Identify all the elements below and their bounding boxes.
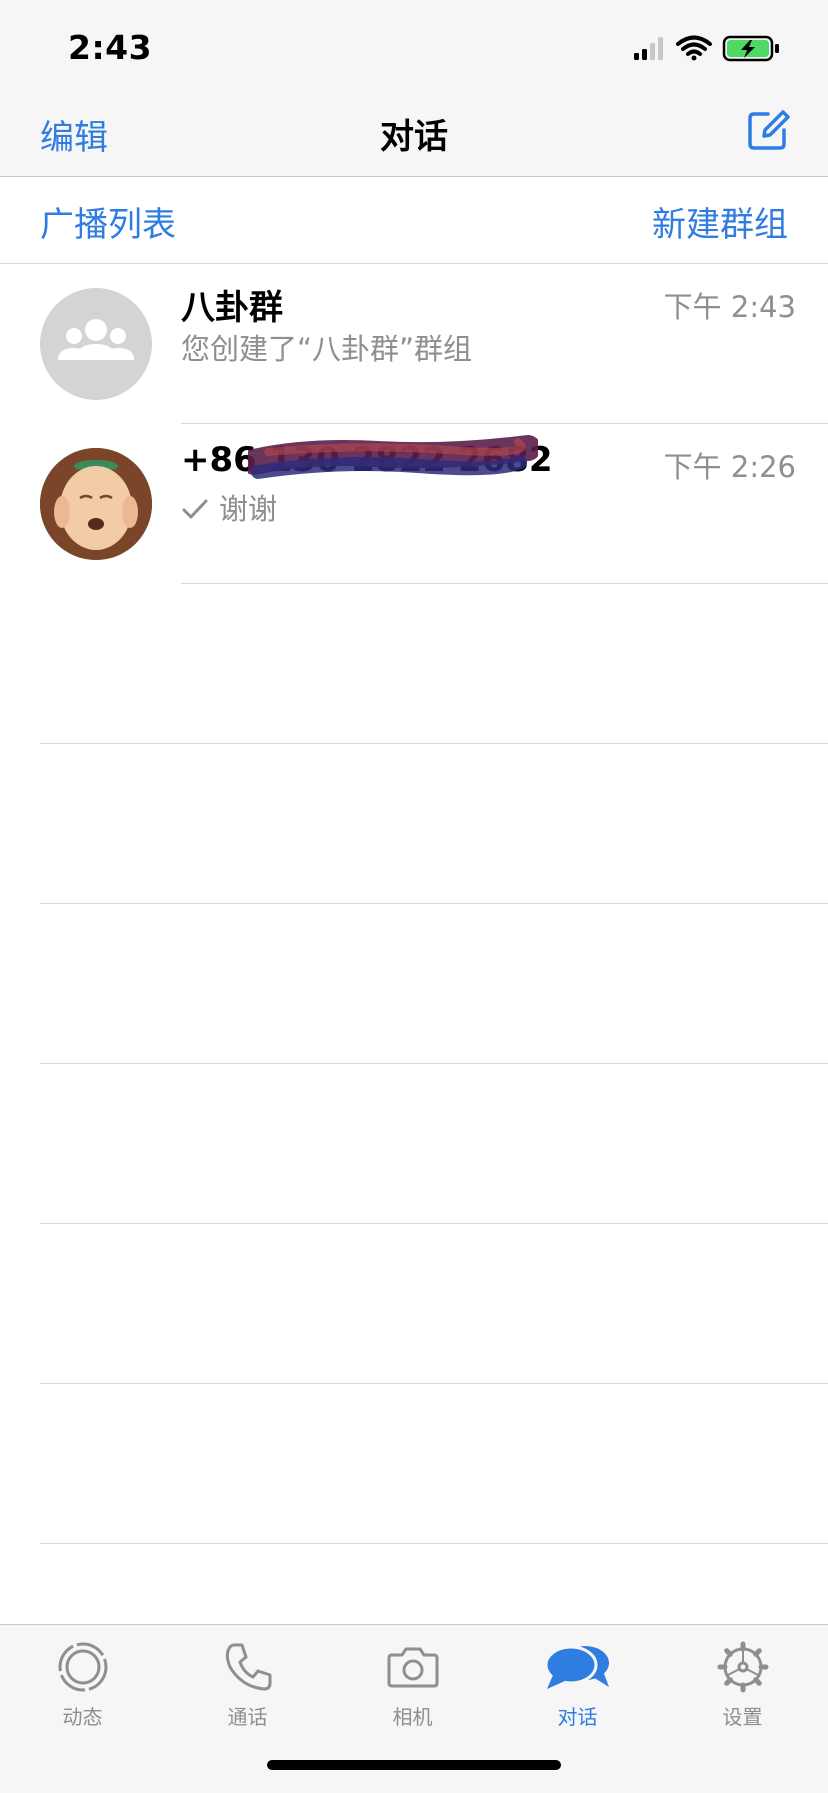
tab-settings[interactable]: 设置: [660, 1625, 825, 1729]
row-divider: [40, 903, 828, 904]
broadcast-lists-button[interactable]: 广播列表: [40, 197, 176, 246]
chat-name: 八卦群: [181, 288, 283, 328]
tab-status[interactable]: 动态: [0, 1625, 165, 1729]
contact-face-image: [40, 448, 152, 560]
navigation-bar: 编辑 对话: [0, 92, 828, 177]
row-divider: [40, 743, 828, 744]
checkmark-icon: [182, 499, 208, 519]
row-divider: [40, 1223, 828, 1224]
chats-bubble-icon: [544, 1645, 609, 1689]
chat-preview: 您创建了“八卦群”群组: [181, 332, 473, 366]
chat-row-contact[interactable]: +86 130 2822 2682 下午 2:26 谢谢: [0, 424, 828, 584]
status-time: 2:43: [68, 28, 153, 67]
row-divider: [40, 1063, 828, 1064]
wifi-icon: [676, 35, 712, 61]
tab-camera[interactable]: 相机: [330, 1625, 495, 1729]
status-ring-icon: [58, 1642, 107, 1692]
page-title: 对话: [380, 117, 448, 157]
gear-icon: [717, 1641, 768, 1693]
tab-label: 对话: [557, 1705, 598, 1729]
row-divider: [40, 1383, 828, 1384]
list-actions-bar: 广播列表 新建群组: [0, 177, 828, 264]
chat-row-group[interactable]: 八卦群 下午 2:43 您创建了“八卦群”群组: [0, 264, 828, 424]
phone-icon: [225, 1643, 271, 1691]
compose-icon: [748, 110, 790, 150]
status-icons: [634, 34, 794, 64]
chat-time: 下午 2:43: [663, 290, 796, 324]
tab-label: 通话: [227, 1705, 268, 1729]
group-icon: [58, 319, 134, 360]
home-indicator[interactable]: [267, 1760, 561, 1770]
contact-photo: [40, 448, 152, 560]
row-divider: [40, 1543, 828, 1544]
tab-calls[interactable]: 通话: [165, 1625, 330, 1729]
battery-charging-icon: [722, 35, 779, 62]
group-avatar: [40, 288, 152, 400]
chat-time: 下午 2:26: [663, 450, 796, 484]
chat-preview-text: 谢谢: [219, 492, 278, 526]
status-bar: 2:43: [0, 0, 828, 92]
row-divider: [181, 583, 828, 584]
new-group-button[interactable]: 新建群组: [652, 197, 788, 246]
compose-button[interactable]: [744, 106, 792, 154]
tab-label: 相机: [392, 1705, 433, 1729]
tab-chats[interactable]: 对话: [495, 1625, 660, 1729]
tab-label: 设置: [722, 1705, 763, 1729]
camera-icon: [387, 1647, 438, 1688]
redaction-scribble: [248, 435, 538, 479]
chat-preview-with-status: 谢谢: [181, 486, 277, 528]
signal-icon: [634, 37, 663, 60]
tab-label: 动态: [62, 1705, 103, 1729]
